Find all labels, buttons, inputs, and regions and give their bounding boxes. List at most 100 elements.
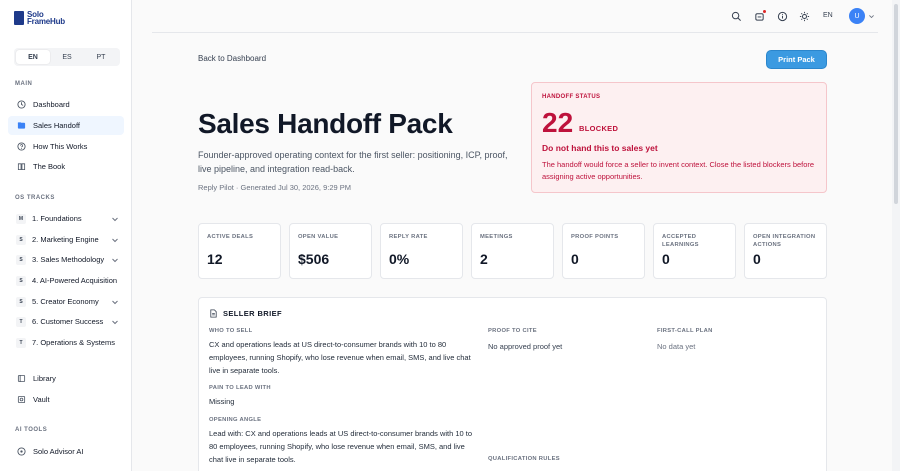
track-item-sales-methodology[interactable]: S 3. Sales Methodology xyxy=(8,250,124,269)
scrollbar-thumb[interactable] xyxy=(894,4,898,204)
first-call-label: FIRST-CALL PLAN xyxy=(657,328,713,334)
section-label-os-tracks: OS TRACKS xyxy=(15,195,55,201)
track-badge: S xyxy=(16,234,26,245)
track-item-customer-success[interactable]: T 6. Customer Success xyxy=(8,312,124,331)
page-meta: Reply Pilot · Generated Jul 30, 2026, 9:… xyxy=(198,183,352,192)
track-item-marketing-engine[interactable]: S 2. Marketing Engine xyxy=(8,230,124,249)
first-call-value: No data yet xyxy=(657,342,696,351)
metric-proof-points: PROOF POINTS 0 xyxy=(562,223,645,279)
avatar[interactable]: U xyxy=(849,8,865,24)
who-to-sell-value: CX and operations leads at US direct-to-… xyxy=(209,340,471,375)
lang-es-button[interactable]: ES xyxy=(50,50,84,64)
track-item-foundations[interactable]: M 1. Foundations xyxy=(8,209,124,228)
sidebar-item-how-this-works[interactable]: How This Works xyxy=(8,137,124,156)
track-label: 5. Creator Economy xyxy=(32,297,99,306)
track-label: 3. Sales Methodology xyxy=(32,255,105,264)
sidebar-item-label: The Book xyxy=(33,162,66,171)
sidebar-item-vault[interactable]: Vault xyxy=(8,390,124,409)
status-badge: BLOCKED xyxy=(579,124,619,133)
language-selector[interactable]: EN xyxy=(823,12,833,19)
clock-icon xyxy=(17,100,26,109)
metric-label: OPEN INTEGRATION ACTIONS xyxy=(753,234,816,248)
seller-brief-title: SELLER BRIEF xyxy=(209,309,282,318)
track-item-ai-powered-acquisition[interactable]: S 4. AI-Powered Acquisition xyxy=(8,271,124,290)
opening-angle-label: OPENING ANGLE xyxy=(209,417,262,423)
logo-mark-icon xyxy=(14,10,24,25)
lang-pt-button[interactable]: PT xyxy=(84,50,118,64)
library-icon xyxy=(17,374,26,383)
seller-brief-title-text: SELLER BRIEF xyxy=(223,309,282,318)
language-switch: EN ES PT xyxy=(14,48,120,66)
metric-value: 0 xyxy=(571,251,579,267)
info-icon[interactable] xyxy=(777,11,788,22)
search-icon[interactable] xyxy=(731,11,742,22)
track-item-operations-systems[interactable]: T 7. Operations & Systems xyxy=(8,333,124,352)
track-badge: T xyxy=(16,316,26,327)
track-item-creator-economy[interactable]: S 5. Creator Economy xyxy=(8,292,124,311)
track-badge: T xyxy=(16,337,26,348)
notifications-icon[interactable] xyxy=(754,10,766,22)
brand-line-2: FrameHub xyxy=(27,16,65,26)
proof-value: No approved proof yet xyxy=(488,342,563,351)
qualification-label: QUALIFICATION RULES xyxy=(488,456,560,462)
advisor-icon xyxy=(17,447,26,456)
page-description: Founder-approved operating context for t… xyxy=(198,150,508,174)
document-icon xyxy=(210,309,217,318)
sidebar-item-sales-handoff[interactable]: Sales Handoff xyxy=(8,116,124,135)
back-to-dashboard-link[interactable]: Back to Dashboard xyxy=(198,54,266,63)
pain-value: Missing xyxy=(209,397,235,406)
topbar-divider xyxy=(152,32,878,33)
chevron-down-icon[interactable] xyxy=(110,235,120,245)
lang-en-button[interactable]: EN xyxy=(16,50,50,64)
status-body: The handoff would force a seller to inve… xyxy=(542,160,815,181)
track-badge: S xyxy=(16,296,26,307)
status-label: HANDOFF STATUS xyxy=(542,94,601,100)
metric-value: 0% xyxy=(389,251,410,267)
seller-brief-card: SELLER BRIEF WHO TO SELL CX and operatio… xyxy=(198,297,827,471)
metric-label: ACTIVE DEALS xyxy=(207,234,254,240)
metric-meetings: MEETINGS 2 xyxy=(471,223,554,279)
metric-label: OPEN VALUE xyxy=(298,234,339,240)
sidebar-item-label: Vault xyxy=(33,395,50,404)
metric-label: ACCEPTED LEARNINGS xyxy=(662,234,699,248)
brand-logo[interactable]: Solo FrameHub xyxy=(14,9,73,26)
who-to-sell-label: WHO TO SELL xyxy=(209,328,253,334)
handoff-status-card: HANDOFF STATUS 22 BLOCKED Do not hand th… xyxy=(531,82,827,193)
page-title: Sales Handoff Pack xyxy=(198,108,453,139)
vault-icon xyxy=(17,395,26,404)
section-label-ai-tools: AI TOOLS xyxy=(15,427,48,433)
chevron-down-icon[interactable] xyxy=(868,13,875,20)
chevron-down-icon[interactable] xyxy=(110,255,120,265)
proof-label: PROOF TO CITE xyxy=(488,328,537,334)
notification-dot xyxy=(763,10,766,13)
sidebar: Solo FrameHub EN ES PT MAIN Dashboard Sa… xyxy=(0,0,132,471)
status-headline: Do not hand this to sales yet xyxy=(542,143,658,153)
metric-open-value: OPEN VALUE $506 xyxy=(289,223,372,279)
folder-icon xyxy=(17,121,26,130)
sidebar-item-label: Solo Advisor AI xyxy=(33,447,84,456)
track-badge: S xyxy=(16,275,26,286)
sidebar-item-library[interactable]: Library xyxy=(8,369,124,388)
theme-toggle-icon[interactable] xyxy=(799,11,810,22)
metric-value: 0 xyxy=(662,251,670,267)
metric-value: 2 xyxy=(480,251,488,267)
print-pack-button[interactable]: Print Pack xyxy=(766,50,827,69)
sidebar-item-label: How This Works xyxy=(33,142,88,151)
pain-label: PAIN TO LEAD WITH xyxy=(209,385,271,391)
sidebar-item-dashboard[interactable]: Dashboard xyxy=(8,95,124,114)
status-number: 22 xyxy=(542,107,574,138)
metric-label: REPLY RATE xyxy=(389,234,428,240)
track-badge: M xyxy=(16,213,26,224)
sidebar-item-the-book[interactable]: The Book xyxy=(8,157,124,176)
question-icon xyxy=(17,142,26,151)
sidebar-item-label: Dashboard xyxy=(33,100,70,109)
chevron-down-icon[interactable] xyxy=(110,317,120,327)
track-label: 2. Marketing Engine xyxy=(32,235,99,244)
metric-label: PROOF POINTS xyxy=(571,234,619,240)
metric-value: $506 xyxy=(298,251,330,267)
sidebar-item-solo-advisor-ai[interactable]: Solo Advisor AI xyxy=(8,442,124,461)
chevron-down-icon[interactable] xyxy=(110,297,120,307)
chevron-down-icon[interactable] xyxy=(110,214,120,224)
metric-active-deals: ACTIVE DEALS 12 xyxy=(198,223,281,279)
track-label: 1. Foundations xyxy=(32,214,82,223)
